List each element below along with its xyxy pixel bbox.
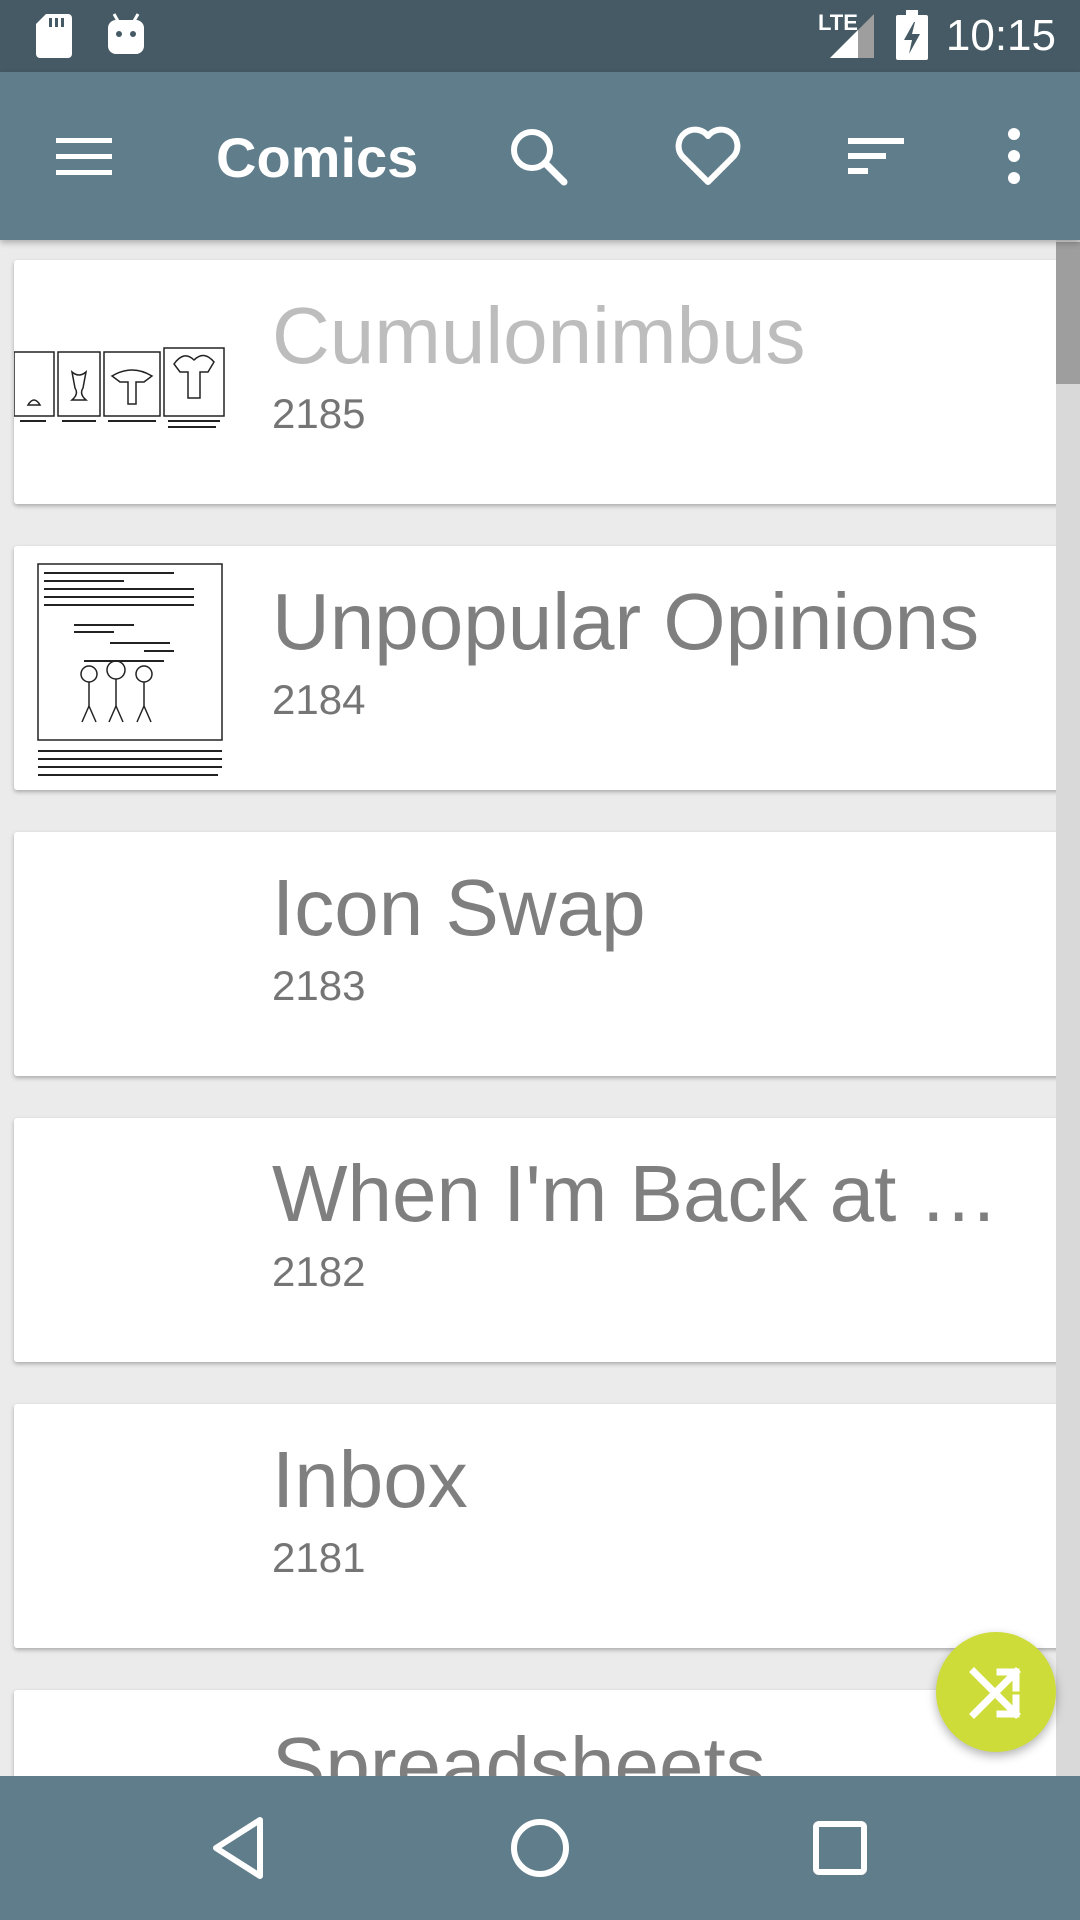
comic-card[interactable]: Icon Swap 2183: [14, 832, 1064, 1076]
comic-title: Spreadsheets: [272, 1721, 766, 1776]
android-icon: [108, 13, 144, 54]
comic-title: Icon Swap: [272, 863, 646, 952]
comic-number: 2184: [272, 676, 366, 723]
battery-charging-icon: [896, 10, 928, 60]
sd-card-icon: [36, 14, 72, 58]
recents-icon[interactable]: [800, 1808, 880, 1888]
comic-title: Cumulonimbus: [272, 291, 806, 380]
comic-card[interactable]: Cumulonimbus 2185: [14, 260, 1064, 504]
shuffle-button[interactable]: [936, 1632, 1056, 1752]
sort-icon[interactable]: [842, 120, 914, 192]
comic-title: Inbox: [272, 1435, 468, 1524]
comic-card[interactable]: Inbox 2181: [14, 1404, 1064, 1648]
comic-card[interactable]: When I'm Back at a… 2182: [14, 1118, 1064, 1362]
status-time: 10:15: [945, 11, 1056, 60]
comic-card[interactable]: Spreadsheets: [14, 1690, 1064, 1776]
navigation-bar: [0, 1776, 1080, 1920]
comic-number: 2182: [272, 1248, 366, 1295]
scrollbar-thumb[interactable]: [1056, 242, 1080, 384]
signal-icon: [830, 14, 874, 58]
comic-card[interactable]: Unpopular Opinions 2184: [14, 546, 1064, 790]
comic-thumbnail: [37, 563, 223, 776]
menu-icon[interactable]: [48, 120, 120, 192]
shuffle-icon: [969, 1667, 1021, 1719]
comic-thumbnail: [14, 347, 225, 428]
comic-title: When I'm Back at a…: [272, 1149, 1032, 1238]
comic-number: 2181: [272, 1534, 366, 1581]
back-icon[interactable]: [200, 1808, 280, 1888]
page-title: Comics: [216, 126, 419, 189]
search-icon[interactable]: [502, 120, 574, 192]
more-vert-icon[interactable]: [978, 120, 1050, 192]
home-icon[interactable]: [500, 1808, 580, 1888]
favorite-icon[interactable]: [672, 120, 744, 192]
comic-list[interactable]: Cumulonimbus 2185 Unpopular Opinions 218…: [0, 240, 1080, 1776]
app-bar: Comics: [0, 72, 1080, 240]
comic-number: 2185: [272, 390, 366, 437]
comic-number: 2183: [272, 962, 366, 1009]
scrollbar-track[interactable]: [1056, 240, 1080, 1776]
status-bar: LTE 10:15: [0, 0, 1080, 72]
comic-title: Unpopular Opinions: [272, 577, 980, 666]
